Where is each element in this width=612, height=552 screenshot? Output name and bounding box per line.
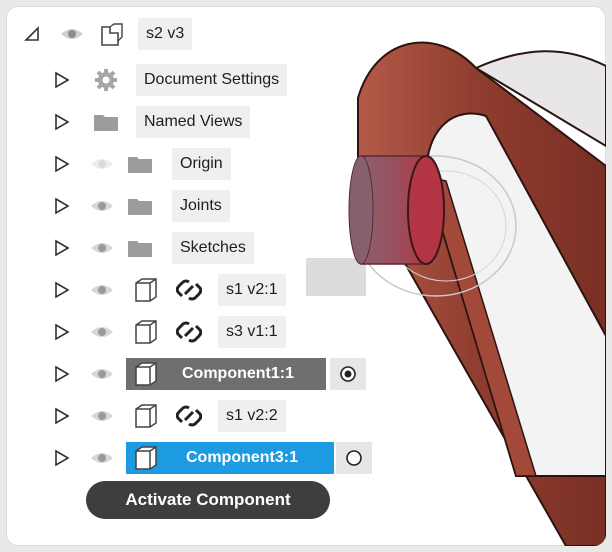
expand-triangle-icon[interactable] xyxy=(54,365,70,383)
link-icon xyxy=(176,321,202,343)
screenshot-frame: s2 v3 Document Settings Named Views Orig… xyxy=(6,6,606,546)
expand-triangle-icon[interactable] xyxy=(54,197,70,215)
eye-icon[interactable] xyxy=(90,240,114,256)
expand-triangle-icon[interactable] xyxy=(54,323,70,341)
tree-label-origin: Origin xyxy=(172,148,231,180)
tree-row-named-views[interactable]: Named Views xyxy=(6,104,286,140)
expand-triangle-icon[interactable] xyxy=(54,113,70,131)
expand-triangle-icon[interactable] xyxy=(54,155,70,173)
expand-triangle-icon[interactable] xyxy=(54,407,70,425)
assembly-icon xyxy=(101,23,123,46)
folder-icon xyxy=(128,199,152,215)
component-icon xyxy=(135,278,157,302)
eye-icon[interactable] xyxy=(90,198,114,214)
eye-icon[interactable] xyxy=(90,324,114,340)
link-icon xyxy=(176,405,202,427)
tree-label-joints: Joints xyxy=(172,190,230,222)
activate-component-tooltip: Activate Component xyxy=(86,481,330,519)
eye-icon[interactable] xyxy=(60,26,84,42)
tree-row-sketches[interactable]: Sketches xyxy=(6,230,286,266)
component-icon xyxy=(135,362,157,386)
activate-radio-box[interactable] xyxy=(336,442,372,474)
folder-icon xyxy=(94,115,118,131)
tree-label-root: s2 v3 xyxy=(138,18,193,50)
component-icon xyxy=(135,404,157,428)
tree-label-s3-v1-1: s3 v1:1 xyxy=(218,316,286,348)
tree-label-s1-v2-1: s1 v2:1 xyxy=(218,274,286,306)
tree-row-s1-v2-2[interactable]: s1 v2:2 xyxy=(6,398,306,434)
tree-label-document-settings: Document Settings xyxy=(136,64,288,96)
collapse-triangle-icon[interactable] xyxy=(24,26,40,42)
gear-icon xyxy=(95,69,117,91)
browser-tree: s2 v3 Document Settings Named Views Orig… xyxy=(6,6,606,546)
eye-icon[interactable] xyxy=(90,408,114,424)
eye-hidden-icon[interactable] xyxy=(90,156,114,172)
expand-triangle-icon[interactable] xyxy=(54,239,70,257)
tree-row-root[interactable]: s2 v3 xyxy=(6,16,236,52)
tree-label-component1-1: Component1:1 xyxy=(182,365,294,382)
tree-row-s3-v1-1[interactable]: s3 v1:1 xyxy=(6,314,306,350)
eye-icon[interactable] xyxy=(90,366,114,382)
tree-label-s1-v2-2: s1 v2:2 xyxy=(218,400,286,432)
expand-triangle-icon[interactable] xyxy=(54,449,70,467)
tree-row-component3-1[interactable]: Component3:1 xyxy=(6,440,376,476)
tree-row-document-settings[interactable]: Document Settings xyxy=(6,62,326,98)
tree-label-sketches: Sketches xyxy=(172,232,254,264)
eye-icon[interactable] xyxy=(90,282,114,298)
expand-triangle-icon[interactable] xyxy=(54,71,70,89)
radio-inactive-icon[interactable] xyxy=(345,449,363,467)
expand-triangle-icon[interactable] xyxy=(54,281,70,299)
tree-label-component3-1: Component3:1 xyxy=(186,449,298,466)
folder-icon xyxy=(128,157,152,173)
folder-icon xyxy=(128,241,152,257)
tree-row-joints[interactable]: Joints xyxy=(6,188,266,224)
tree-row-s1-v2-1[interactable]: s1 v2:1 xyxy=(6,272,306,308)
component-icon xyxy=(135,446,157,470)
tree-label-named-views: Named Views xyxy=(136,106,251,138)
activate-radio-box[interactable] xyxy=(330,358,366,390)
tree-row-origin[interactable]: Origin xyxy=(6,146,266,182)
link-icon xyxy=(176,279,202,301)
eye-icon[interactable] xyxy=(90,450,114,466)
component-icon xyxy=(135,320,157,344)
radio-active-icon[interactable] xyxy=(339,365,357,383)
tree-row-component1-1[interactable]: Component1:1 xyxy=(6,356,376,392)
